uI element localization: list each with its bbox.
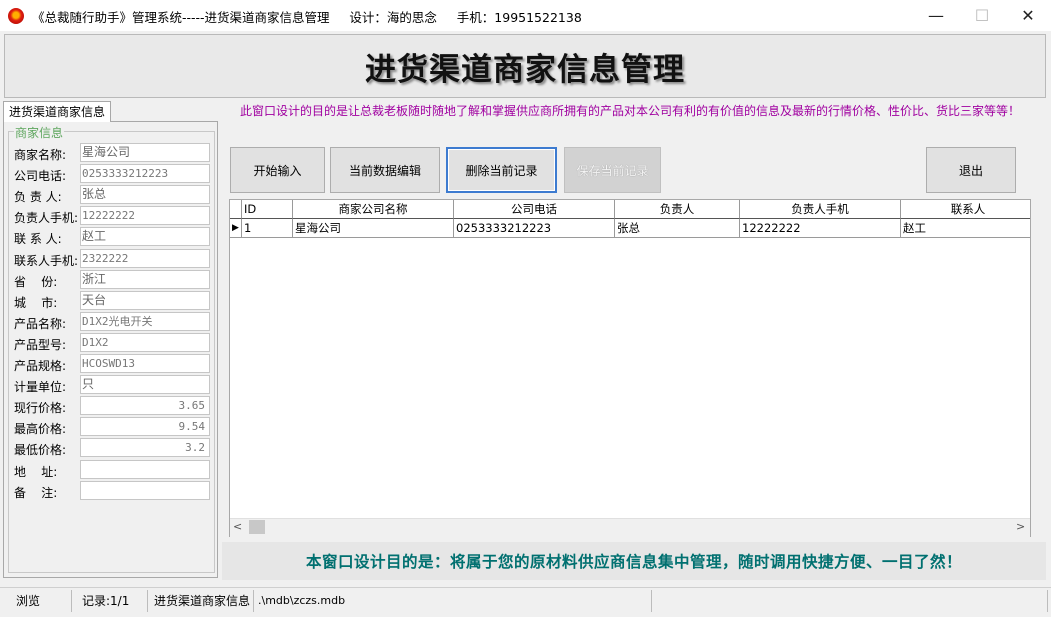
field-label: 联系人手机:	[14, 254, 79, 268]
field-label: 商家名称:	[14, 148, 67, 162]
field-label: 城 市:	[14, 296, 58, 310]
app-icon	[8, 8, 24, 24]
save-record-button: 保存当前记录	[564, 147, 661, 193]
column-header[interactable]: 商家公司名称	[293, 200, 454, 219]
field-value[interactable]: 天台	[80, 291, 210, 310]
field-value[interactable]: D1X2光电开关	[80, 312, 210, 331]
field-label: 省 份:	[14, 275, 58, 289]
field-value[interactable]: 3.65	[80, 396, 210, 415]
grid-corner	[230, 200, 242, 219]
field-label: 公司电话:	[14, 169, 67, 183]
field-label: 产品型号:	[14, 338, 67, 352]
field-value[interactable]: 3.2	[80, 438, 210, 457]
status-db-path: .\mdb\zczs.mdb	[254, 590, 652, 612]
field-label: 计量单位:	[14, 380, 67, 394]
field-label: 最低价格:	[14, 443, 67, 457]
column-header[interactable]: ID	[242, 200, 293, 219]
table-cell[interactable]: 张总	[615, 219, 740, 238]
delete-record-button[interactable]: 删除当前记录	[446, 147, 557, 193]
field-value[interactable]: 只	[80, 375, 210, 394]
bottom-message: 本窗口设计目的是：将属于您的原材料供应商信息集中管理，随时调用快捷方便、一目了然…	[222, 542, 1046, 580]
field-label: 产品名称:	[14, 317, 67, 331]
field-label: 现行价格:	[14, 401, 67, 415]
table-cell[interactable]: 0253333212223	[454, 219, 615, 238]
purpose-text: 此窗口设计的目的是让总裁老板随时随地了解和掌握供应商所拥有的产品对本公司有利的有…	[240, 104, 1021, 118]
edit-record-button[interactable]: 当前数据编辑	[330, 147, 440, 193]
field-value[interactable]: D1X2	[80, 333, 210, 352]
start-input-button[interactable]: 开始输入	[230, 147, 325, 193]
merchant-info-legend: 商家信息	[14, 124, 65, 141]
field-value[interactable]: 2322222	[80, 249, 210, 268]
field-value[interactable]	[80, 481, 210, 500]
field-label: 产品规格:	[14, 359, 67, 373]
field-value[interactable]: 9.54	[80, 417, 210, 436]
banner-title: 进货渠道商家信息管理	[365, 51, 685, 88]
field-label: 联 系 人:	[14, 232, 62, 246]
table-cell[interactable]: 赵工	[901, 219, 1030, 238]
column-header[interactable]: 负责人手机	[740, 200, 901, 219]
tab-merchant-info[interactable]: 进货渠道商家信息	[3, 101, 111, 122]
status-mode: 浏览	[4, 590, 72, 612]
maximize-button[interactable]: ☐	[959, 0, 1005, 31]
table-cell[interactable]: 1	[242, 219, 293, 238]
status-extra	[652, 590, 1048, 612]
field-label: 负 责 人:	[14, 190, 62, 204]
row-selector-icon[interactable]: ▶	[230, 219, 242, 238]
column-header[interactable]: 联系人	[901, 200, 1030, 219]
field-value[interactable]: 赵工	[80, 227, 210, 246]
field-value[interactable]: 张总	[80, 185, 210, 204]
scroll-thumb[interactable]	[249, 520, 265, 534]
field-value[interactable]: HCOSWD13	[80, 354, 210, 373]
exit-button[interactable]: 退出	[926, 147, 1016, 193]
field-value[interactable]	[80, 460, 210, 479]
horizontal-scrollbar[interactable]	[230, 518, 1030, 537]
banner: 进货渠道商家信息管理	[4, 34, 1046, 98]
field-label: 最高价格:	[14, 422, 67, 436]
field-label: 备 注:	[14, 486, 58, 500]
minimize-button[interactable]: —	[913, 0, 959, 31]
field-value[interactable]: 12222222	[80, 206, 210, 225]
scroll-right-icon[interactable]: >	[1016, 518, 1030, 536]
field-value[interactable]: 0253333212223	[80, 164, 210, 183]
status-module: 进货渠道商家信息	[148, 590, 254, 612]
column-header[interactable]: 负责人	[615, 200, 740, 219]
table-cell[interactable]: 12222222	[740, 219, 901, 238]
field-label: 负责人手机:	[14, 211, 79, 225]
table-cell[interactable]: 星海公司	[293, 219, 454, 238]
window-title: 《总裁随行助手》管理系统-----进货渠道商家信息管理 设计：海的思念 手机：1…	[32, 10, 582, 25]
records-grid[interactable]: ID 商家公司名称 公司电话 负责人 负责人手机 联系人 ▶ 1 星海公司 02533332122…	[229, 199, 1031, 537]
field-value[interactable]: 浙江	[80, 270, 210, 289]
column-header[interactable]: 公司电话	[454, 200, 615, 219]
status-record: 记录:1/1	[72, 590, 148, 612]
scroll-left-icon[interactable]: <	[233, 518, 247, 536]
field-label: 地 址:	[14, 465, 58, 479]
field-value[interactable]: 星海公司	[80, 143, 210, 162]
close-button[interactable]: ✕	[1005, 0, 1051, 31]
